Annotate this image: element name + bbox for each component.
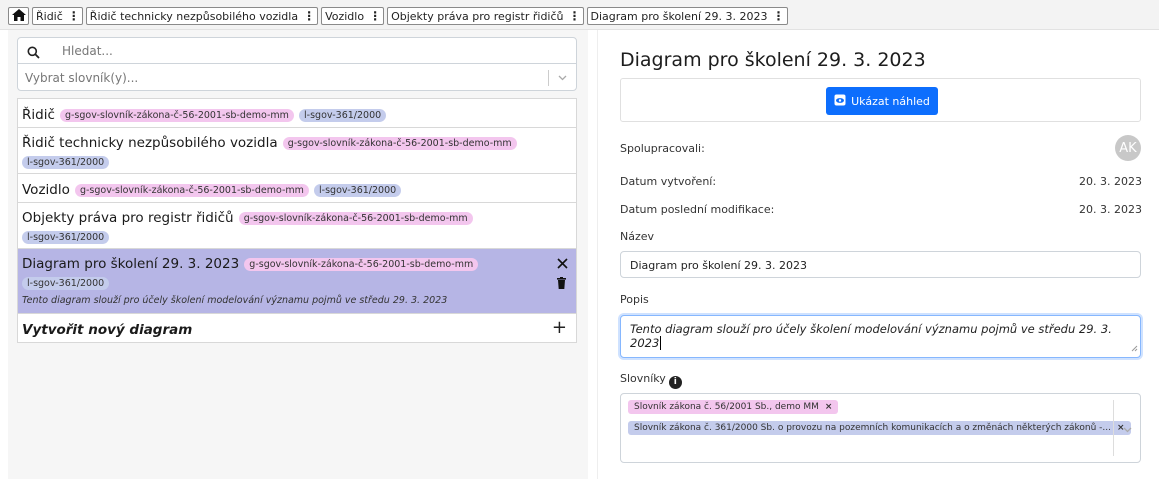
tag: l-sgov-361/2000	[22, 231, 110, 244]
show-preview-button[interactable]: Ukázat náhled	[826, 87, 938, 115]
diagram-list-panel: Hledat... Vybrat slovník(y)... Řidič g-s…	[8, 30, 588, 479]
home-icon	[11, 8, 26, 24]
resize-handle-icon[interactable]	[1131, 341, 1138, 355]
vocabulary-chip: Slovník zákona č. 56/2001 Sb., demo MM ×	[628, 400, 839, 414]
vocabulary-chip: Slovník zákona č. 361/2000 Sb. o provozu…	[628, 421, 1131, 435]
remove-icon[interactable]: ×	[825, 402, 833, 412]
created-label: Datum vytvoření:	[620, 175, 717, 188]
tag: g-sgov-slovník-zákona-č-56-2001-sb-demo-…	[74, 184, 309, 197]
list-item[interactable]: Řidič technicky nezpůsobilého vozidla g-…	[17, 127, 577, 173]
list-item[interactable]: Objekty práva pro registr řidičů g-sgov-…	[17, 202, 577, 248]
tag: l-sgov-361/2000	[22, 277, 110, 290]
search-icon	[27, 44, 40, 63]
avatar: AK	[1115, 135, 1141, 161]
info-icon[interactable]: i	[668, 376, 682, 389]
name-field[interactable]: Diagram pro školení 29. 3. 2023	[620, 251, 1141, 278]
list-item-selected[interactable]: Diagram pro školení 29. 3. 2023 g-sgov-s…	[17, 248, 577, 313]
tag: l-sgov-361/2000	[22, 156, 110, 169]
chevron-down-icon[interactable]	[557, 70, 568, 90]
plus-icon: +	[551, 317, 567, 338]
description-field[interactable]: Tento diagram slouží pro účely školení m…	[620, 315, 1141, 358]
description-label: Popis	[620, 293, 649, 306]
list-item[interactable]: Vozidlo g-sgov-slovník-zákona-č-56-2001-…	[17, 173, 577, 202]
modified-value: 20. 3. 2023	[1079, 203, 1142, 216]
kebab-menu-icon[interactable]: ⋮	[369, 9, 381, 23]
tab-objekty-prava[interactable]: Objekty práva pro registr řidičů ⋮	[387, 7, 584, 25]
page-title: Diagram pro školení 29. 3. 2023	[620, 49, 926, 71]
tab-bar: Řidič ⋮ Řidič technicky nezpůsobilého voz…	[0, 0, 1159, 30]
create-diagram-button[interactable]: Vytvořit nový diagram +	[17, 313, 577, 343]
list-item[interactable]: Řidič g-sgov-slovník-zákona-č-56-2001-sb…	[17, 98, 577, 127]
preview-box: Ukázat náhled	[620, 78, 1141, 122]
close-icon[interactable]	[557, 255, 568, 272]
tag: g-sgov-slovník-zákona-č-56-2001-sb-demo-…	[282, 137, 517, 150]
search-input[interactable]: Hledat...	[17, 37, 577, 64]
tag: g-sgov-slovník-zákona-č-56-2001-sb-demo-…	[238, 212, 473, 225]
tab-ridic[interactable]: Řidič ⋮	[32, 7, 83, 25]
diagram-list: Řidič g-sgov-slovník-zákona-č-56-2001-sb…	[17, 98, 577, 343]
tab-diagram[interactable]: Diagram pro školení 29. 3. 2023 ⋮	[586, 7, 788, 25]
tag: g-sgov-slovník-zákona-č-56-2001-sb-demo-…	[244, 258, 479, 271]
kebab-menu-icon[interactable]: ⋮	[569, 9, 581, 23]
tag: l-sgov-361/2000	[314, 184, 402, 197]
tag: l-sgov-361/2000	[299, 109, 387, 122]
trash-icon[interactable]	[557, 275, 566, 292]
tab-home[interactable]	[8, 7, 29, 25]
kebab-menu-icon[interactable]: ⋮	[303, 9, 315, 23]
name-label: Název	[620, 230, 655, 243]
vocabularies-label: Slovníky i	[620, 372, 682, 389]
created-value: 20. 3. 2023	[1079, 175, 1142, 188]
collaborators-label: Spolupracovali:	[620, 142, 705, 155]
diagram-description: Tento diagram slouží pro účely školení m…	[22, 295, 448, 306]
tab-vozidlo[interactable]: Vozidlo ⋮	[321, 7, 385, 25]
diagram-detail-panel: Diagram pro školení 29. 3. 2023 Ukázat n…	[597, 30, 1159, 479]
tab-ridic-nezpusobily[interactable]: Řidič technicky nezpůsobilého vozidla ⋮	[85, 7, 319, 25]
vocabularies-select[interactable]: Slovník zákona č. 56/2001 Sb., demo MM × …	[620, 393, 1141, 463]
tag: g-sgov-slovník-zákona-č-56-2001-sb-demo-…	[59, 109, 294, 122]
eye-icon	[834, 94, 846, 109]
kebab-menu-icon[interactable]: ⋮	[773, 9, 785, 23]
vocabulary-filter-select[interactable]: Vybrat slovník(y)...	[17, 63, 577, 91]
chevron-down-icon[interactable]	[1122, 422, 1133, 441]
modified-label: Datum poslední modifikace:	[620, 203, 775, 216]
kebab-menu-icon[interactable]: ⋮	[68, 9, 80, 23]
